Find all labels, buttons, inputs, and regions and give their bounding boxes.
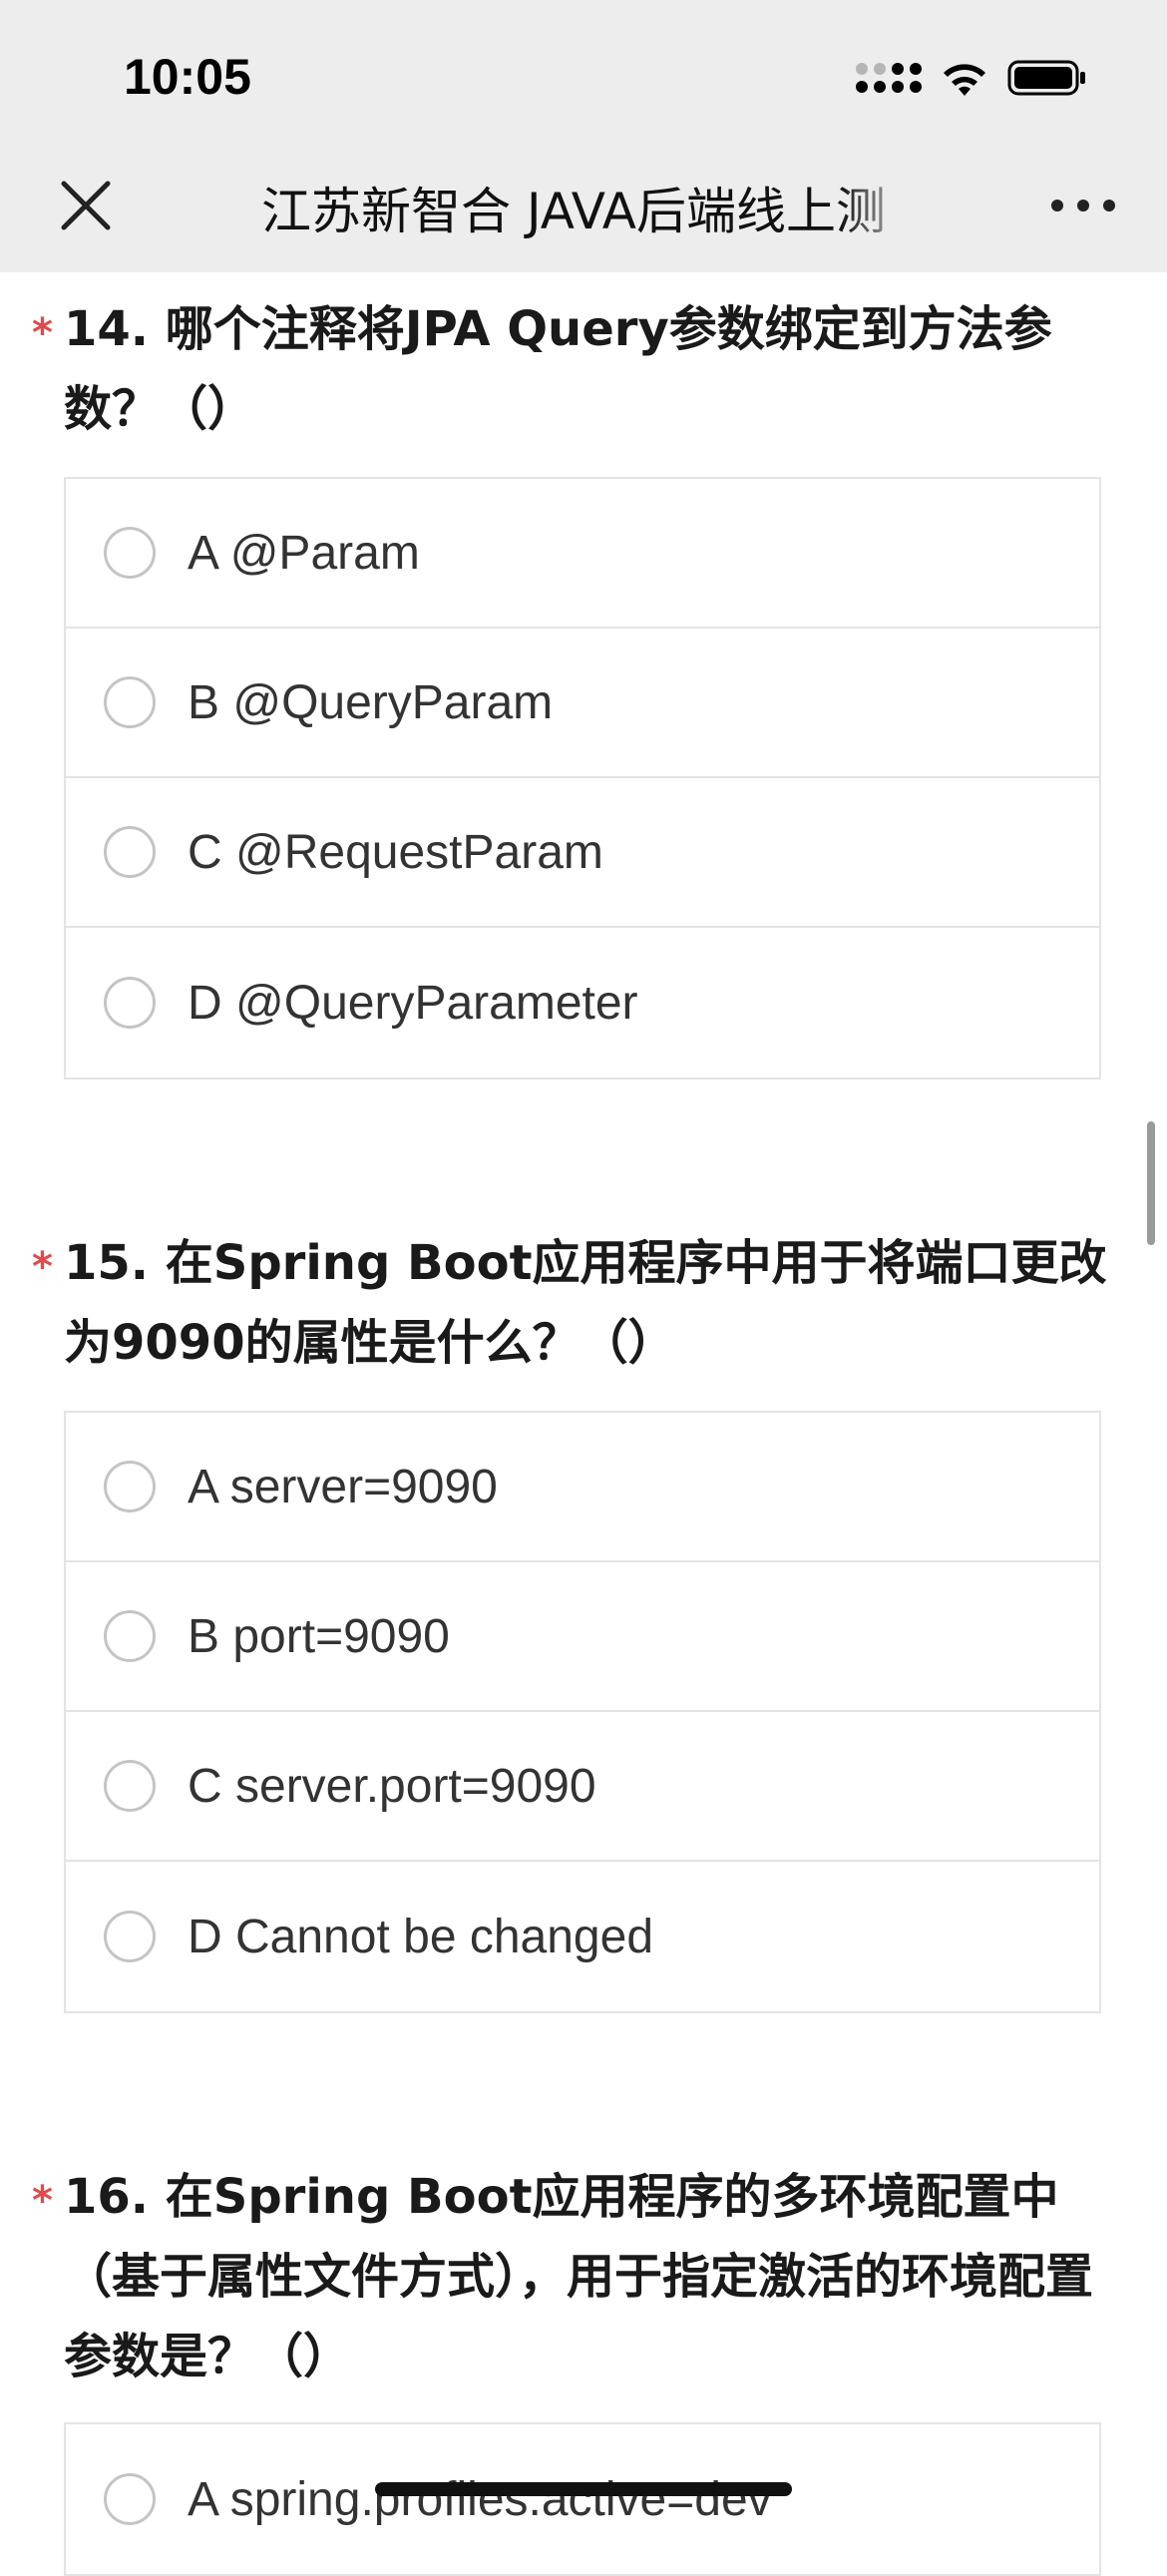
status-time: 10:05 — [124, 49, 251, 105]
option-label: A server=9090 — [188, 1460, 498, 1513]
battery-icon — [1007, 60, 1085, 96]
more-icon[interactable] — [1051, 200, 1115, 212]
question-15: * 15. 在Spring Boot应用程序中用于将端口更改为9090的属性是什… — [0, 1223, 1167, 1383]
page-title: 江苏新智合 JAVA后端线上测 — [261, 183, 886, 240]
required-marker: * — [32, 1244, 53, 1290]
option-c[interactable]: C @RequestParam — [66, 778, 1099, 928]
options-group-14: A @Param B @QueryParam C @RequestParam D… — [64, 477, 1101, 1079]
question-text: 15. 在Spring Boot应用程序中用于将端口更改为9090的属性是什么？… — [64, 1235, 1107, 1371]
option-a[interactable]: A server=9090 — [66, 1413, 1099, 1562]
top-bar: 10:05 江苏新智合 JAVA后端线上测 — [0, 0, 1167, 272]
question-title: * 16. 在Spring Boot应用程序的多环境配置中（基于属性文件方式），… — [0, 2157, 1167, 2396]
option-label: D Cannot be changed — [188, 1910, 654, 1963]
radio-button[interactable] — [104, 2473, 156, 2525]
status-icons — [856, 54, 1087, 102]
options-group-15: A server=9090 B port=9090 C server.port=… — [64, 1411, 1101, 2013]
option-label: D @QueryParameter — [188, 976, 638, 1030]
radio-button[interactable] — [104, 1461, 156, 1512]
radio-button[interactable] — [104, 676, 156, 728]
option-a[interactable]: A @Param — [66, 479, 1099, 629]
option-label: C @RequestParam — [188, 825, 603, 879]
radio-button[interactable] — [104, 826, 156, 878]
radio-button[interactable] — [104, 1610, 156, 1662]
question-16: * 16. 在Spring Boot应用程序的多环境配置中（基于属性文件方式），… — [0, 2157, 1167, 2396]
radio-button[interactable] — [104, 1911, 156, 1962]
option-label: C server.port=9090 — [188, 1759, 596, 1813]
option-label: A spring.profiles.active=dev — [188, 2472, 772, 2526]
option-label: A @Param — [188, 526, 420, 580]
radio-button[interactable] — [104, 1760, 156, 1812]
required-marker: * — [32, 310, 53, 356]
option-label: B @QueryParam — [188, 675, 554, 729]
close-icon[interactable] — [56, 176, 116, 235]
option-d[interactable]: D Cannot be changed — [66, 1862, 1099, 2011]
question-text: 14. 哪个注释将JPA Query参数绑定到方法参数？（） — [64, 301, 1052, 437]
option-c[interactable]: C server.port=9090 — [66, 1712, 1099, 1862]
wifi-icon — [944, 64, 985, 96]
option-d[interactable]: D @QueryParameter — [66, 928, 1099, 1077]
option-b[interactable]: B port=9090 — [66, 1562, 1099, 1712]
radio-button[interactable] — [104, 527, 156, 579]
question-title: * 15. 在Spring Boot应用程序中用于将端口更改为9090的属性是什… — [0, 1223, 1167, 1383]
question-title: * 14. 哪个注释将JPA Query参数绑定到方法参数？（） — [0, 289, 1167, 449]
option-label: B port=9090 — [188, 1609, 450, 1663]
options-group-16: A spring.profiles.active=dev — [64, 2422, 1101, 2576]
required-marker: * — [32, 2178, 53, 2224]
radio-button[interactable] — [104, 977, 156, 1029]
option-b[interactable]: B @QueryParam — [66, 629, 1099, 778]
cellular-signal-icon — [856, 63, 922, 93]
scrollbar[interactable] — [1147, 1121, 1155, 1245]
option-a[interactable]: A spring.profiles.active=dev — [66, 2424, 1099, 2574]
home-indicator[interactable] — [375, 2482, 792, 2496]
question-14: * 14. 哪个注释将JPA Query参数绑定到方法参数？（） — [0, 289, 1167, 449]
question-text: 16. 在Spring Boot应用程序的多环境配置中（基于属性文件方式），用于… — [64, 2169, 1094, 2384]
